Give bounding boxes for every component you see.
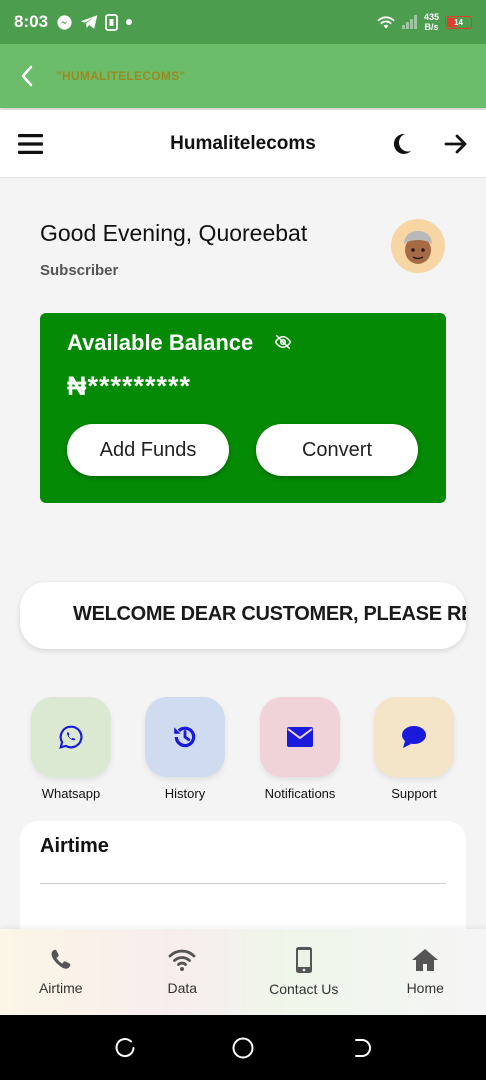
envelope-icon xyxy=(287,727,313,747)
webview-bar: "HUMALITELECOMS" xyxy=(0,44,486,108)
battery-icon: 14 xyxy=(445,15,472,29)
quick-action-notifications[interactable]: Notifications xyxy=(260,697,340,801)
dark-mode-toggle[interactable] xyxy=(390,132,412,156)
arrow-right-icon xyxy=(444,134,467,153)
quick-action-label: Support xyxy=(391,786,437,801)
quick-action-box xyxy=(374,697,454,777)
menu-button[interactable] xyxy=(18,133,43,154)
webview-title: "HUMALITELECOMS" xyxy=(56,69,186,83)
telegram-icon xyxy=(80,14,98,30)
user-role: Subscriber xyxy=(40,262,119,279)
eye-off-icon[interactable] xyxy=(274,334,292,355)
chat-icon xyxy=(402,726,426,748)
network-speed-value: 435 xyxy=(423,12,439,22)
network-speed-unit: B/s xyxy=(424,22,439,32)
quick-action-box xyxy=(260,697,340,777)
quick-action-history[interactable]: History xyxy=(145,697,225,801)
moon-icon xyxy=(393,133,411,154)
history-icon xyxy=(174,726,196,748)
circle-home-icon xyxy=(232,1037,254,1059)
status-bar: 8:03 435 B/s 14 xyxy=(0,0,486,44)
logout-button[interactable] xyxy=(444,133,468,155)
back-button[interactable] xyxy=(12,61,42,91)
hamburger-icon xyxy=(18,133,43,154)
chevron-left-icon xyxy=(21,65,33,87)
home-button[interactable] xyxy=(230,1035,256,1061)
nav-label: Contact Us xyxy=(269,981,339,997)
balance-amount: ₦********* xyxy=(67,371,192,401)
announcement-banner: WELCOME DEAR CUSTOMER, PLEASE RE xyxy=(20,582,466,649)
section-title: Airtime xyxy=(40,835,109,857)
nav-label: Airtime xyxy=(38,980,83,996)
status-time: 8:03 xyxy=(14,12,49,31)
app-header: Humalitelecoms xyxy=(0,110,486,178)
quick-action-support[interactable]: Support xyxy=(374,697,454,801)
convert-button[interactable]: Convert xyxy=(256,424,418,476)
home-icon xyxy=(412,949,439,971)
recents-icon xyxy=(115,1038,135,1057)
nav-item-data[interactable]: Data xyxy=(122,929,244,1015)
sim-icon xyxy=(105,13,118,31)
announcement-text: WELCOME DEAR CUSTOMER, PLEASE RE xyxy=(73,603,466,625)
quick-action-whatsapp[interactable]: Whatsapp xyxy=(31,697,111,801)
recent-apps-button[interactable] xyxy=(112,1035,138,1061)
add-funds-button[interactable]: Add Funds xyxy=(67,424,229,476)
balance-label: Available Balance xyxy=(67,330,254,355)
user-emoji-icon xyxy=(404,231,432,264)
signal-icon xyxy=(401,15,418,29)
nav-item-airtime[interactable]: Airtime xyxy=(0,929,122,1015)
wifi-icon xyxy=(168,949,196,971)
greeting-text: Good Evening, Quoreebat xyxy=(40,220,308,246)
wifi-icon xyxy=(376,14,396,30)
mobile-icon xyxy=(295,947,312,973)
nav-label: Home xyxy=(406,980,444,996)
system-nav-bar xyxy=(0,1015,486,1080)
balance-card: Available Balance ₦********* Add Funds C… xyxy=(40,313,446,503)
phone-icon xyxy=(51,949,71,969)
whatsapp-icon xyxy=(59,725,83,749)
nav-item-contact-us[interactable]: Contact Us xyxy=(243,929,365,1015)
messenger-icon xyxy=(56,14,73,31)
quick-action-box xyxy=(145,697,225,777)
avatar[interactable] xyxy=(391,219,445,273)
nav-item-home[interactable]: Home xyxy=(365,929,486,1015)
back-nav-button[interactable] xyxy=(349,1035,375,1061)
quick-action-box xyxy=(31,697,111,777)
divider xyxy=(40,883,446,884)
battery-level: 14 xyxy=(454,17,463,27)
dot-icon xyxy=(125,18,133,26)
back-icon xyxy=(355,1039,371,1057)
nav-label: Data xyxy=(167,980,198,996)
bottom-nav: Airtime Data Contact Us Home xyxy=(0,929,486,1015)
network-speed: 435 B/s xyxy=(424,12,439,32)
